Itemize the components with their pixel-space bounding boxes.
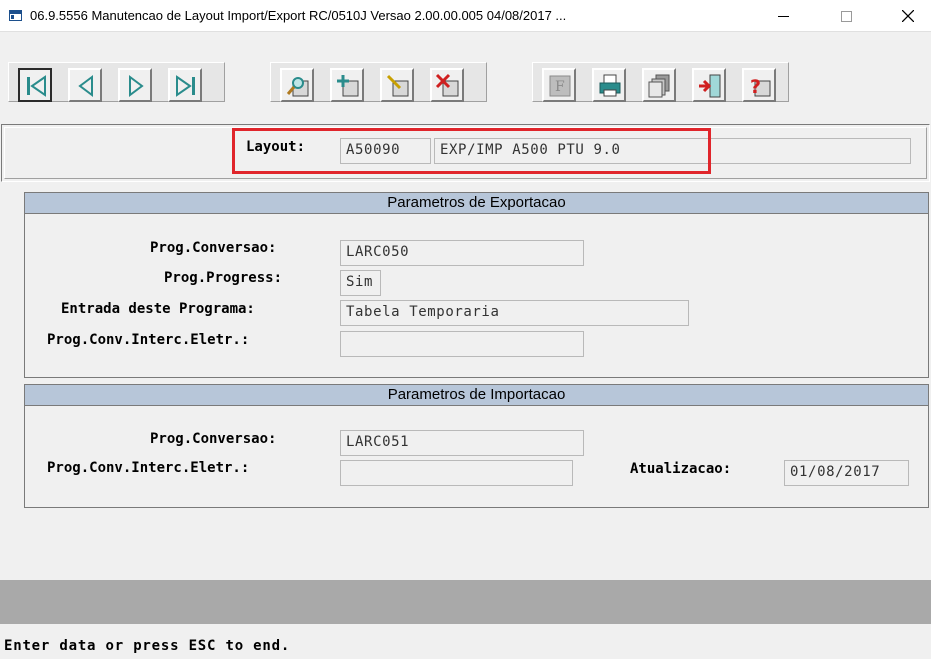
help-button[interactable]: ? xyxy=(742,68,776,102)
export-prog-conv-interc-field[interactable] xyxy=(340,331,584,357)
export-prog-progress-label: Prog.Progress: xyxy=(164,270,283,286)
import-prog-conv-interc-field[interactable] xyxy=(340,460,573,486)
search-button[interactable] xyxy=(280,68,314,102)
export-params-title: Parametros de Exportacao xyxy=(25,193,928,214)
export-prog-progress-field[interactable]: Sim xyxy=(340,270,381,296)
close-icon xyxy=(902,10,914,22)
add-icon xyxy=(337,75,359,97)
first-icon xyxy=(27,75,46,97)
filter-icon: F xyxy=(549,75,571,97)
delete-button[interactable] xyxy=(430,68,464,102)
import-prog-conversao-field[interactable]: LARC051 xyxy=(340,430,584,456)
print-icon xyxy=(599,74,621,97)
search-icon xyxy=(286,77,309,97)
import-prog-conv-interc-label: Prog.Conv.Interc.Eletr.: xyxy=(47,460,250,476)
atualizacao-field[interactable]: 01/08/2017 xyxy=(784,460,909,486)
add-button[interactable] xyxy=(330,68,364,102)
exit-button[interactable] xyxy=(692,68,726,102)
atualizacao-label: Atualizacao: xyxy=(630,461,732,477)
copy-icon xyxy=(648,74,670,98)
delete-icon xyxy=(435,73,459,97)
minimize-button[interactable] xyxy=(760,0,806,32)
layout-highlight-box xyxy=(232,128,711,174)
export-prog-conversao-field[interactable]: LARC050 xyxy=(340,240,584,266)
exit-icon xyxy=(699,74,721,98)
last-record-button[interactable] xyxy=(168,68,202,102)
next-record-button[interactable] xyxy=(118,68,152,102)
maximize-button[interactable] xyxy=(823,0,869,32)
previous-record-button[interactable] xyxy=(68,68,102,102)
export-entrada-label: Entrada deste Programa: xyxy=(61,301,255,317)
first-record-button[interactable] xyxy=(18,68,52,102)
status-bar-area xyxy=(0,580,931,624)
export-entrada-field[interactable]: Tabela Temporaria xyxy=(340,300,689,326)
export-prog-conv-interc-label: Prog.Conv.Interc.Eletr.: xyxy=(47,332,250,348)
close-button[interactable] xyxy=(885,0,931,32)
app-icon xyxy=(9,10,22,21)
edit-button[interactable] xyxy=(380,68,414,102)
help-icon: ? xyxy=(750,76,771,98)
window-title: 06.9.5556 Manutencao de Layout Import/Ex… xyxy=(30,8,567,23)
edit-icon xyxy=(386,74,409,97)
print-button[interactable] xyxy=(592,68,626,102)
last-icon xyxy=(176,75,195,97)
svg-text:F: F xyxy=(555,79,565,95)
filter-button[interactable]: F xyxy=(542,68,576,102)
next-icon xyxy=(129,75,144,97)
copy-button[interactable] xyxy=(642,68,676,102)
svg-text:?: ? xyxy=(750,76,761,98)
import-params-title: Parametros de Importacao xyxy=(25,385,928,406)
export-prog-conversao-label: Prog.Conversao: xyxy=(150,240,277,256)
title-bar: 06.9.5556 Manutencao de Layout Import/Ex… xyxy=(0,0,931,32)
previous-icon xyxy=(78,75,93,97)
import-prog-conversao-label: Prog.Conversao: xyxy=(150,431,277,447)
status-message: Enter data or press ESC to end. xyxy=(0,624,931,659)
